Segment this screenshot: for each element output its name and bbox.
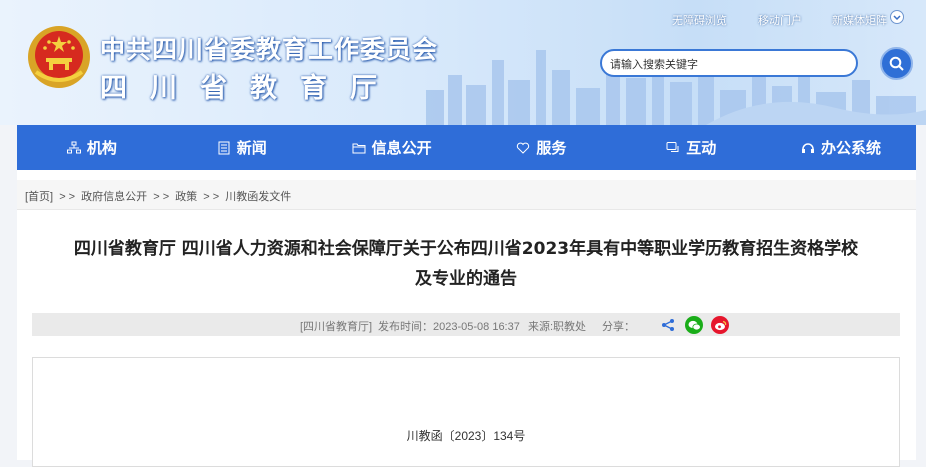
nav-label: 服务 bbox=[536, 139, 567, 157]
site-title: 中共四川省委教育工作委员会 bbox=[100, 35, 439, 64]
article-title: 四川省教育厅 四川省人力资源和社会保障厅关于公布四川省2023年具有中等职业学历… bbox=[32, 234, 900, 294]
news-icon bbox=[218, 141, 230, 154]
article-meta-bar: [四川省教育厅] 发布时间：2023-05-08 16:37 来源:职教处 分享… bbox=[32, 313, 900, 336]
share-label: 分享： bbox=[602, 321, 635, 333]
mobile-portal-link[interactable]: 移动门户 bbox=[758, 12, 802, 28]
breadcrumb-item[interactable]: 政策 bbox=[175, 191, 197, 203]
top-links-bar: 无障碍浏览 移动门户 新媒体矩阵 bbox=[0, 10, 926, 28]
main-nav: 机构 新闻 信息公开 服务 互动 办公系统 bbox=[17, 125, 916, 170]
nav-item-info-disclosure[interactable]: 信息公开 bbox=[317, 125, 467, 170]
document-number: 川教函〔2023〕134号 bbox=[406, 429, 526, 443]
nav-label: 新闻 bbox=[236, 139, 267, 157]
nav-item-service[interactable]: 服务 bbox=[466, 125, 616, 170]
system-icon bbox=[802, 142, 815, 153]
breadcrumb: [首页] > > 政府信息公开 > > 政策 > > 川教函发文件 bbox=[17, 180, 916, 210]
city-skyline-illustration bbox=[426, 50, 926, 125]
heart-icon bbox=[517, 142, 530, 154]
article-content: 川教函〔2023〕134号 bbox=[32, 357, 900, 467]
national-emblem-logo bbox=[28, 26, 90, 88]
nav-label: 信息公开 bbox=[371, 139, 432, 157]
nav-label: 机构 bbox=[86, 139, 117, 157]
org-icon bbox=[66, 141, 81, 153]
nav-item-office-system[interactable]: 办公系统 bbox=[766, 125, 916, 170]
breadcrumb-separator: > > bbox=[153, 191, 170, 203]
wechat-icon[interactable] bbox=[685, 316, 703, 334]
publish-time: 发布时间：2023-05-08 16:37 bbox=[378, 321, 520, 333]
chat-icon bbox=[666, 141, 679, 152]
breadcrumb-item[interactable]: 政府信息公开 bbox=[81, 191, 147, 203]
breadcrumb-item[interactable]: 川教函发文件 bbox=[225, 191, 291, 203]
site-subtitle: 四川省教育厅 bbox=[100, 73, 400, 104]
article-title-line: 及专业的通告 bbox=[415, 269, 517, 289]
article-origin: 来源:职教处 bbox=[528, 321, 587, 333]
article-source: [四川省教育厅] bbox=[300, 321, 373, 333]
search-input[interactable]: 请输入搜索关键字 bbox=[600, 49, 858, 77]
nav-label: 办公系统 bbox=[821, 139, 882, 157]
breadcrumb-separator: > > bbox=[59, 191, 76, 203]
nav-item-org[interactable]: 机构 bbox=[17, 125, 167, 170]
share-icon[interactable] bbox=[659, 316, 677, 334]
weibo-icon[interactable] bbox=[711, 316, 729, 334]
breadcrumb-home[interactable]: [首页] bbox=[25, 191, 53, 203]
search-button[interactable] bbox=[880, 47, 913, 80]
breadcrumb-separator: > > bbox=[203, 191, 220, 203]
nav-item-news[interactable]: 新闻 bbox=[167, 125, 317, 170]
folder-icon bbox=[352, 143, 366, 153]
article-title-line: 四川省教育厅 四川省人力资源和社会保障厅关于公布四川省2023年具有中等职业学历… bbox=[73, 239, 859, 259]
nav-item-interaction[interactable]: 互动 bbox=[616, 125, 766, 170]
accessibility-link[interactable]: 无障碍浏览 bbox=[672, 12, 727, 28]
site-header: 中共四川省委教育工作委员会 四川省教育厅 无障碍浏览 移动门户 新媒体矩阵 请输… bbox=[0, 0, 926, 125]
search-icon bbox=[889, 56, 904, 71]
chevron-down-icon[interactable] bbox=[890, 10, 904, 27]
new-media-matrix-link[interactable]: 新媒体矩阵 bbox=[832, 12, 887, 28]
nav-label: 互动 bbox=[686, 139, 717, 157]
